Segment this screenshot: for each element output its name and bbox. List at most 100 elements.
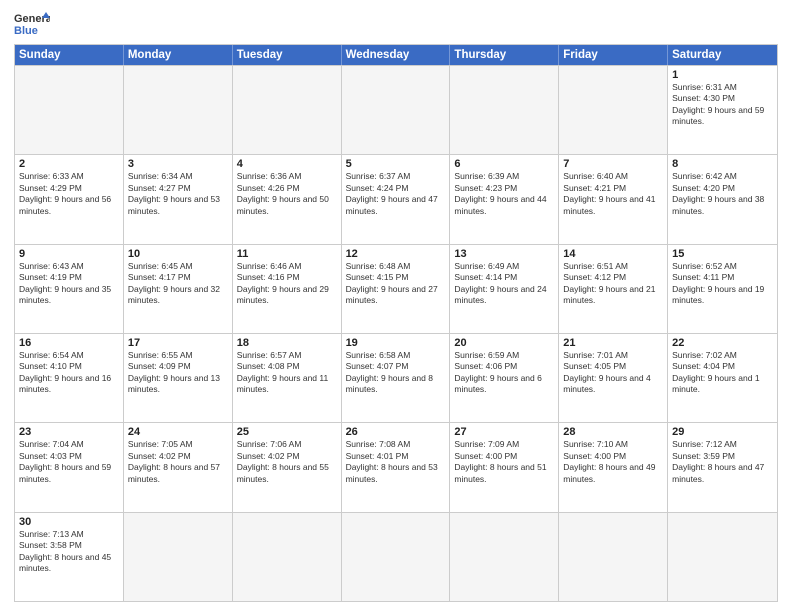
calendar-cell: 22Sunrise: 7:02 AMSunset: 4:04 PMDayligh…: [668, 334, 777, 422]
calendar-cell: 21Sunrise: 7:01 AMSunset: 4:05 PMDayligh…: [559, 334, 668, 422]
day-of-week-header: Saturday: [668, 45, 777, 65]
calendar-cell: 3Sunrise: 6:34 AMSunset: 4:27 PMDaylight…: [124, 155, 233, 243]
calendar-cell: 9Sunrise: 6:43 AMSunset: 4:19 PMDaylight…: [15, 245, 124, 333]
calendar-cell: 17Sunrise: 6:55 AMSunset: 4:09 PMDayligh…: [124, 334, 233, 422]
calendar-row: 9Sunrise: 6:43 AMSunset: 4:19 PMDaylight…: [15, 244, 777, 333]
day-number: 16: [19, 337, 119, 349]
calendar-cell: [342, 513, 451, 601]
day-sun-info: Sunrise: 6:42 AMSunset: 4:20 PMDaylight:…: [672, 171, 773, 217]
day-number: 30: [19, 516, 119, 528]
day-number: 23: [19, 426, 119, 438]
day-sun-info: Sunrise: 6:31 AMSunset: 4:30 PMDaylight:…: [672, 82, 773, 128]
calendar-cell: 29Sunrise: 7:12 AMSunset: 3:59 PMDayligh…: [668, 423, 777, 511]
day-of-week-header: Friday: [559, 45, 668, 65]
day-number: 25: [237, 426, 337, 438]
day-sun-info: Sunrise: 7:06 AMSunset: 4:02 PMDaylight:…: [237, 439, 337, 485]
calendar-cell: [559, 513, 668, 601]
calendar-body: 1Sunrise: 6:31 AMSunset: 4:30 PMDaylight…: [15, 65, 777, 601]
day-number: 27: [454, 426, 554, 438]
day-number: 26: [346, 426, 446, 438]
day-number: 4: [237, 158, 337, 170]
day-sun-info: Sunrise: 6:39 AMSunset: 4:23 PMDaylight:…: [454, 171, 554, 217]
calendar-cell: [450, 66, 559, 154]
calendar-cell: 13Sunrise: 6:49 AMSunset: 4:14 PMDayligh…: [450, 245, 559, 333]
day-sun-info: Sunrise: 6:49 AMSunset: 4:14 PMDaylight:…: [454, 261, 554, 307]
day-sun-info: Sunrise: 6:59 AMSunset: 4:06 PMDaylight:…: [454, 350, 554, 396]
calendar-cell: 7Sunrise: 6:40 AMSunset: 4:21 PMDaylight…: [559, 155, 668, 243]
calendar-cell: 26Sunrise: 7:08 AMSunset: 4:01 PMDayligh…: [342, 423, 451, 511]
day-number: 22: [672, 337, 773, 349]
calendar-cell: [124, 513, 233, 601]
calendar-cell: 28Sunrise: 7:10 AMSunset: 4:00 PMDayligh…: [559, 423, 668, 511]
day-sun-info: Sunrise: 6:52 AMSunset: 4:11 PMDaylight:…: [672, 261, 773, 307]
calendar-cell: 25Sunrise: 7:06 AMSunset: 4:02 PMDayligh…: [233, 423, 342, 511]
day-number: 3: [128, 158, 228, 170]
day-sun-info: Sunrise: 6:57 AMSunset: 4:08 PMDaylight:…: [237, 350, 337, 396]
calendar-cell: 15Sunrise: 6:52 AMSunset: 4:11 PMDayligh…: [668, 245, 777, 333]
calendar-cell: 19Sunrise: 6:58 AMSunset: 4:07 PMDayligh…: [342, 334, 451, 422]
day-number: 14: [563, 248, 663, 260]
day-number: 9: [19, 248, 119, 260]
day-number: 24: [128, 426, 228, 438]
calendar-cell: 27Sunrise: 7:09 AMSunset: 4:00 PMDayligh…: [450, 423, 559, 511]
day-sun-info: Sunrise: 6:36 AMSunset: 4:26 PMDaylight:…: [237, 171, 337, 217]
day-sun-info: Sunrise: 7:05 AMSunset: 4:02 PMDaylight:…: [128, 439, 228, 485]
day-number: 21: [563, 337, 663, 349]
day-number: 17: [128, 337, 228, 349]
day-number: 5: [346, 158, 446, 170]
calendar-cell: 6Sunrise: 6:39 AMSunset: 4:23 PMDaylight…: [450, 155, 559, 243]
day-sun-info: Sunrise: 7:10 AMSunset: 4:00 PMDaylight:…: [563, 439, 663, 485]
day-sun-info: Sunrise: 7:12 AMSunset: 3:59 PMDaylight:…: [672, 439, 773, 485]
svg-text:Blue: Blue: [14, 25, 38, 37]
calendar-cell: 8Sunrise: 6:42 AMSunset: 4:20 PMDaylight…: [668, 155, 777, 243]
day-number: 6: [454, 158, 554, 170]
calendar-row: 1Sunrise: 6:31 AMSunset: 4:30 PMDaylight…: [15, 65, 777, 154]
day-number: 28: [563, 426, 663, 438]
calendar-cell: 2Sunrise: 6:33 AMSunset: 4:29 PMDaylight…: [15, 155, 124, 243]
calendar-cell: [559, 66, 668, 154]
day-sun-info: Sunrise: 7:01 AMSunset: 4:05 PMDaylight:…: [563, 350, 663, 396]
day-number: 18: [237, 337, 337, 349]
day-sun-info: Sunrise: 6:45 AMSunset: 4:17 PMDaylight:…: [128, 261, 228, 307]
calendar-cell: 20Sunrise: 6:59 AMSunset: 4:06 PMDayligh…: [450, 334, 559, 422]
day-number: 8: [672, 158, 773, 170]
calendar-row: 30Sunrise: 7:13 AMSunset: 3:58 PMDayligh…: [15, 512, 777, 601]
logo: General Blue: [14, 10, 50, 38]
calendar-cell: 18Sunrise: 6:57 AMSunset: 4:08 PMDayligh…: [233, 334, 342, 422]
calendar-row: 23Sunrise: 7:04 AMSunset: 4:03 PMDayligh…: [15, 422, 777, 511]
day-sun-info: Sunrise: 6:51 AMSunset: 4:12 PMDaylight:…: [563, 261, 663, 307]
calendar-cell: 14Sunrise: 6:51 AMSunset: 4:12 PMDayligh…: [559, 245, 668, 333]
calendar-cell: 11Sunrise: 6:46 AMSunset: 4:16 PMDayligh…: [233, 245, 342, 333]
day-of-week-header: Sunday: [15, 45, 124, 65]
calendar-cell: [450, 513, 559, 601]
calendar-cell: [342, 66, 451, 154]
calendar-row: 16Sunrise: 6:54 AMSunset: 4:10 PMDayligh…: [15, 333, 777, 422]
calendar-cell: [15, 66, 124, 154]
calendar-cell: 24Sunrise: 7:05 AMSunset: 4:02 PMDayligh…: [124, 423, 233, 511]
day-sun-info: Sunrise: 7:09 AMSunset: 4:00 PMDaylight:…: [454, 439, 554, 485]
calendar-cell: 10Sunrise: 6:45 AMSunset: 4:17 PMDayligh…: [124, 245, 233, 333]
day-sun-info: Sunrise: 6:43 AMSunset: 4:19 PMDaylight:…: [19, 261, 119, 307]
calendar-cell: 5Sunrise: 6:37 AMSunset: 4:24 PMDaylight…: [342, 155, 451, 243]
day-number: 19: [346, 337, 446, 349]
calendar-cell: 16Sunrise: 6:54 AMSunset: 4:10 PMDayligh…: [15, 334, 124, 422]
day-sun-info: Sunrise: 7:13 AMSunset: 3:58 PMDaylight:…: [19, 529, 119, 575]
day-number: 20: [454, 337, 554, 349]
calendar-cell: [233, 66, 342, 154]
calendar-row: 2Sunrise: 6:33 AMSunset: 4:29 PMDaylight…: [15, 154, 777, 243]
day-sun-info: Sunrise: 6:58 AMSunset: 4:07 PMDaylight:…: [346, 350, 446, 396]
day-number: 29: [672, 426, 773, 438]
calendar-cell: 1Sunrise: 6:31 AMSunset: 4:30 PMDaylight…: [668, 66, 777, 154]
calendar-cell: [233, 513, 342, 601]
day-number: 2: [19, 158, 119, 170]
day-of-week-header: Thursday: [450, 45, 559, 65]
day-sun-info: Sunrise: 6:34 AMSunset: 4:27 PMDaylight:…: [128, 171, 228, 217]
day-sun-info: Sunrise: 6:46 AMSunset: 4:16 PMDaylight:…: [237, 261, 337, 307]
day-number: 12: [346, 248, 446, 260]
day-number: 13: [454, 248, 554, 260]
day-sun-info: Sunrise: 6:37 AMSunset: 4:24 PMDaylight:…: [346, 171, 446, 217]
calendar-cell: [124, 66, 233, 154]
calendar-header: SundayMondayTuesdayWednesdayThursdayFrid…: [15, 45, 777, 65]
day-sun-info: Sunrise: 7:02 AMSunset: 4:04 PMDaylight:…: [672, 350, 773, 396]
day-of-week-header: Wednesday: [342, 45, 451, 65]
